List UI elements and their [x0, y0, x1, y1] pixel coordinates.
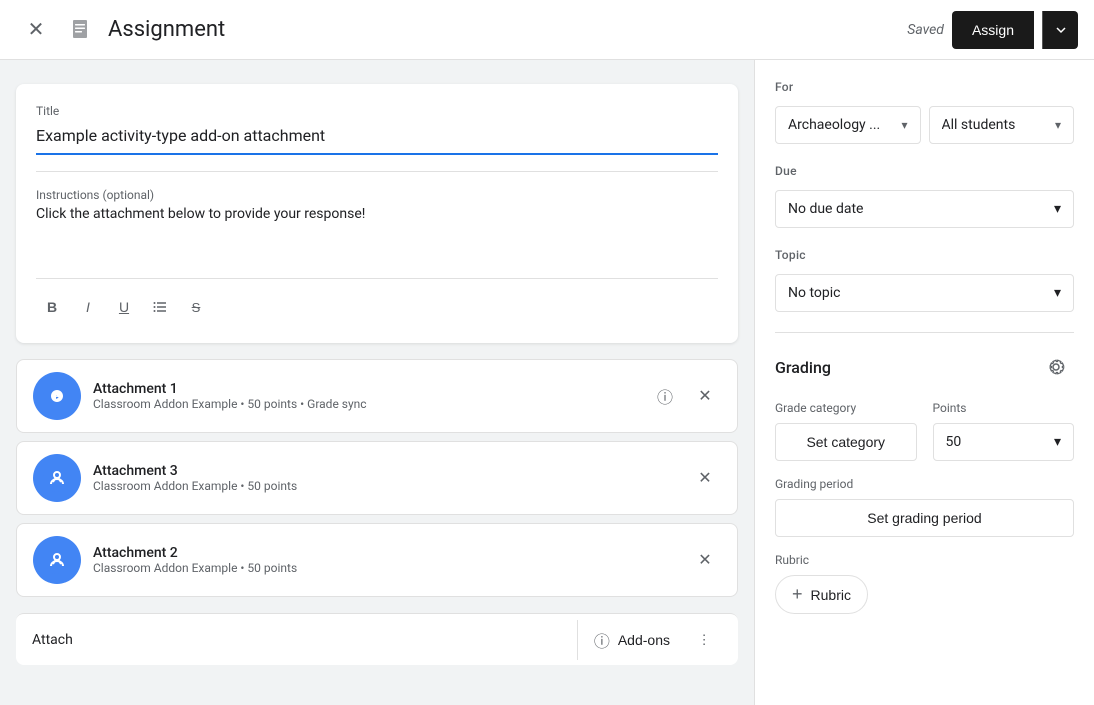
set-grading-period-button[interactable]: Set grading period [775, 499, 1074, 537]
attachment-info-2: Attachment 3 Classroom Addon Example • 5… [93, 463, 677, 493]
assign-button[interactable]: Assign [952, 11, 1034, 49]
attachment-title-1: Attachment 1 [93, 381, 637, 397]
header-left: ✕ Assignment [16, 10, 907, 50]
info-circle-icon: ⓘ [594, 628, 610, 652]
attachment-item-3: Attachment 2 Classroom Addon Example • 5… [16, 523, 738, 597]
attachment-actions-1: ⓘ ✕ [649, 380, 721, 412]
attachment-subtitle-3: Classroom Addon Example • 50 points [93, 561, 677, 575]
doc-icon [68, 16, 96, 44]
class-dropdown[interactable]: Archaeology ... ▾ [775, 106, 921, 144]
title-input[interactable] [36, 122, 718, 155]
due-dropdown-arrow: ▾ [1054, 201, 1061, 217]
points-label: Points [933, 401, 1075, 415]
attachment-item-2: Attachment 3 Classroom Addon Example • 5… [16, 441, 738, 515]
instructions-label: Instructions (optional) [36, 188, 718, 202]
strikethrough-button[interactable]: S [180, 291, 212, 323]
attachment-icon-1 [33, 372, 81, 420]
assignment-form-card: Title Instructions (optional) Click the … [16, 84, 738, 343]
grading-period-label: Grading period [775, 477, 1074, 491]
students-dropdown-arrow: ▾ [1055, 118, 1061, 132]
points-col: Points 50 ▾ [933, 401, 1075, 461]
grading-settings-button[interactable] [1038, 349, 1074, 385]
instructions-wrapper: Instructions (optional) Click the attach… [36, 188, 718, 266]
page-title: Assignment [108, 17, 225, 42]
class-dropdown-arrow: ▾ [901, 118, 907, 132]
title-field-wrapper: Title [36, 104, 718, 155]
attach-label: Attach [32, 632, 577, 648]
attachment-remove-button-1[interactable]: ✕ [689, 380, 721, 412]
title-label: Title [36, 104, 718, 118]
attachment-title-3: Attachment 2 [93, 545, 677, 561]
panel-divider [775, 332, 1074, 333]
attachment-item: Attachment 1 Classroom Addon Example • 5… [16, 359, 738, 433]
due-value: No due date [788, 201, 863, 217]
attachment-icon-3 [33, 536, 81, 584]
grading-header: Grading [775, 349, 1074, 385]
topic-value: No topic [788, 285, 840, 301]
bold-button[interactable]: B [36, 291, 68, 323]
attachment-remove-button-2[interactable]: ✕ [689, 462, 721, 494]
attachment-actions-3: ✕ [689, 544, 721, 576]
plus-icon: + [792, 584, 803, 605]
for-section: For Archaeology ... ▾ All students ▾ [775, 80, 1074, 144]
topic-label: Topic [775, 248, 1074, 262]
grade-category-label: Grade category [775, 401, 917, 415]
for-label: For [775, 80, 1074, 94]
points-dropdown-arrow: ▾ [1054, 434, 1061, 450]
addons-label: Add-ons [618, 632, 670, 648]
topic-dropdown[interactable]: No topic ▾ [775, 274, 1074, 312]
attachments-list: Attachment 1 Classroom Addon Example • 5… [16, 359, 738, 597]
attachment-subtitle-2: Classroom Addon Example • 50 points [93, 479, 677, 493]
for-dropdowns: Archaeology ... ▾ All students ▾ [775, 106, 1074, 144]
close-button[interactable]: ✕ [16, 10, 56, 50]
rubric-label: Rubric [775, 553, 1074, 567]
due-label: Due [775, 164, 1074, 178]
due-dropdown[interactable]: No due date ▾ [775, 190, 1074, 228]
students-value: All students [942, 117, 1051, 133]
attach-bar: Attach ⓘ Add-ons ⋮ [16, 613, 738, 665]
saved-status: Saved [907, 22, 944, 38]
topic-dropdown-arrow: ▾ [1054, 285, 1061, 301]
class-value: Archaeology ... [788, 117, 897, 133]
attachment-actions-2: ✕ [689, 462, 721, 494]
formatting-toolbar: B I U S [36, 278, 718, 323]
grade-category-row: Grade category Set category Points 50 ▾ [775, 401, 1074, 461]
add-rubric-button[interactable]: + Rubric [775, 575, 868, 614]
underline-button[interactable]: U [108, 291, 140, 323]
attachment-info-button-1[interactable]: ⓘ [649, 380, 681, 412]
attachment-subtitle-1: Classroom Addon Example • 50 points • Gr… [93, 397, 637, 411]
header-right: Saved Assign [907, 11, 1078, 49]
addons-button[interactable]: ⓘ Add-ons [577, 620, 686, 660]
right-panel: For Archaeology ... ▾ All students ▾ Due… [754, 60, 1094, 705]
more-options-button[interactable]: ⋮ [686, 622, 722, 658]
left-panel: Title Instructions (optional) Click the … [0, 60, 754, 705]
attachment-title-2: Attachment 3 [93, 463, 677, 479]
italic-button[interactable]: I [72, 291, 104, 323]
students-dropdown[interactable]: All students ▾ [929, 106, 1075, 144]
assign-dropdown-button[interactable] [1042, 11, 1078, 49]
attachment-remove-button-3[interactable]: ✕ [689, 544, 721, 576]
topic-section: Topic No topic ▾ [775, 248, 1074, 312]
attachment-icon-2 [33, 454, 81, 502]
points-dropdown[interactable]: 50 ▾ [933, 423, 1075, 461]
grading-section: Grading Grade category Set category Poin… [775, 349, 1074, 614]
grade-category-col: Grade category Set category [775, 401, 917, 461]
points-value: 50 [946, 434, 962, 450]
main-layout: Title Instructions (optional) Click the … [0, 60, 1094, 705]
rubric-wrapper: Rubric + Rubric [775, 553, 1074, 614]
attachment-info-1: Attachment 1 Classroom Addon Example • 5… [93, 381, 637, 411]
set-category-button[interactable]: Set category [775, 423, 917, 461]
grading-title: Grading [775, 358, 831, 377]
rubric-button-label: Rubric [811, 587, 851, 603]
attachment-info-3: Attachment 2 Classroom Addon Example • 5… [93, 545, 677, 575]
instructions-text[interactable]: Click the attachment below to provide yo… [36, 206, 718, 266]
list-button[interactable] [144, 291, 176, 323]
grading-period-wrapper: Grading period Set grading period [775, 477, 1074, 553]
header: ✕ Assignment Saved Assign [0, 0, 1094, 60]
due-section: Due No due date ▾ [775, 164, 1074, 228]
title-divider [36, 171, 718, 172]
